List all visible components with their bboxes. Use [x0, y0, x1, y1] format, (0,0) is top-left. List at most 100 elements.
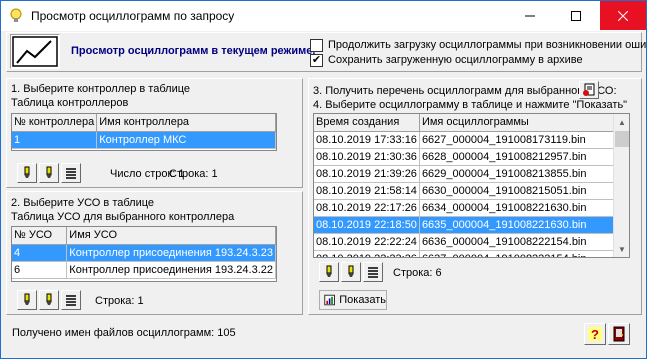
show-button[interactable]: Показать [319, 290, 387, 310]
vertical-scrollbar[interactable]: ▲ ▼ [613, 114, 629, 257]
status-bar: Получено имен файлов осциллограмм: 105 ? [6, 319, 642, 353]
table-row[interactable]: 08.10.2019 22:18:50 6635_000004_191008221… [314, 216, 628, 234]
cell-uso-name[interactable]: Контроллер присоединения 193.24.3.22 [66, 261, 276, 279]
oscillograms-step4-label: 4. Выберите осциллограмму в таблице и на… [313, 99, 628, 111]
highlighter-left-button[interactable] [17, 290, 37, 310]
highlighter-right-button[interactable] [341, 262, 361, 282]
column-header-created-time[interactable]: Время создания [314, 114, 420, 132]
oscillogram-logo [10, 34, 60, 69]
window-title: Просмотр осциллограмм по запросу [31, 9, 235, 23]
highlighter-icon [24, 166, 30, 178]
maximize-icon [571, 10, 581, 21]
cell-created-time[interactable]: 08.10.2019 22:23:36 [314, 250, 420, 257]
maximize-button[interactable] [553, 1, 599, 30]
uso-panel: 2. Выберите УСО в таблице Таблица УСО дл… [6, 191, 303, 315]
cell-created-time[interactable]: 08.10.2019 22:22:24 [314, 233, 420, 251]
cell-created-time[interactable]: 08.10.2019 17:33:16 [314, 131, 420, 149]
main-window: Просмотр осциллограмм по запросу Просмот… [0, 0, 647, 359]
oscillograms-step3-label: 3. Получить перечень осциллограмм для вы… [313, 85, 617, 97]
fetch-list-button[interactable] [579, 81, 599, 99]
highlighter-right-button[interactable] [39, 290, 59, 310]
uso-table[interactable]: № УСО Имя УСО 4 Контроллер присоединения… [11, 226, 277, 282]
highlighter-right-button[interactable] [39, 163, 59, 183]
list-lines-button[interactable] [61, 290, 81, 310]
highlighter-icon [348, 265, 354, 277]
cell-oscillogram-name[interactable]: 6630_000004_191008215051.bin [419, 182, 628, 200]
table-row[interactable]: 08.10.2019 22:17:26 6634_000004_191008221… [314, 199, 628, 217]
cell-oscillogram-name[interactable]: 6637_000004_191008222154.bin [419, 250, 628, 257]
save-to-archive-checkbox[interactable]: ✔ [310, 54, 323, 67]
cell-created-time[interactable]: 08.10.2019 21:30:36 [314, 148, 420, 166]
exit-door-icon [613, 326, 625, 342]
help-button[interactable]: ? [584, 323, 606, 345]
mode-title: Просмотр осциллограмм в текущем режиме. [71, 45, 316, 57]
scroll-down-arrow-icon[interactable]: ▼ [614, 241, 629, 257]
close-button[interactable] [600, 1, 646, 30]
table-row[interactable]: 08.10.2019 21:39:26 6629_000004_191008213… [314, 165, 628, 183]
oscillograms-current-row: Строка: 6 [393, 267, 442, 279]
uso-current-row: Строка: 1 [95, 295, 144, 307]
uso-table-caption: Таблица УСО для выбранного контроллера [11, 211, 235, 223]
cell-oscillogram-name[interactable]: 6629_000004_191008213855.bin [419, 165, 628, 183]
cell-uso-name[interactable]: Контроллер присоединения 193.24.3.23 [66, 244, 276, 262]
controllers-table-caption: Таблица контроллеров [11, 97, 129, 109]
scroll-up-arrow-icon[interactable]: ▲ [614, 114, 629, 130]
table-row[interactable]: 6 Контроллер присоединения 193.24.3.22 [12, 261, 276, 279]
highlighter-left-button[interactable] [319, 262, 339, 282]
column-header-oscillogram-name[interactable]: Имя осциллограммы [419, 114, 628, 132]
continue-on-error-checkbox[interactable] [310, 39, 323, 52]
highlighter-icon [46, 166, 52, 178]
cell-created-time[interactable]: 08.10.2019 21:58:14 [314, 182, 420, 200]
highlighter-icon [46, 293, 52, 305]
list-lines-button[interactable] [61, 163, 81, 183]
continue-on-error-label: Продолжить загрузку осциллограммы при во… [328, 39, 647, 51]
controllers-table[interactable]: № контроллера Имя контроллера 1 Контролл… [11, 113, 277, 151]
column-header-uso-name[interactable]: Имя УСО [66, 227, 276, 245]
cell-uso-number[interactable]: 4 [12, 244, 68, 262]
download-document-icon [583, 83, 595, 96]
header-panel: Просмотр осциллограмм в текущем режиме. … [6, 32, 647, 72]
save-to-archive-label: Сохранить загруженную осциллограмму в ар… [328, 54, 583, 66]
controllers-step-label: 1. Выберите контроллер в таблице [11, 83, 191, 95]
cell-controller-number[interactable]: 1 [12, 131, 98, 149]
minimize-button[interactable] [507, 1, 553, 30]
close-icon [618, 10, 628, 21]
cell-created-time[interactable]: 08.10.2019 22:17:26 [314, 199, 420, 217]
table-row[interactable]: 08.10.2019 22:23:366637_000004_191008222… [314, 250, 628, 257]
table-row[interactable]: 08.10.2019 21:58:14 6630_000004_191008215… [314, 182, 628, 200]
cell-oscillogram-name[interactable]: 6635_000004_191008221630.bin [419, 216, 628, 234]
cell-oscillogram-name[interactable]: 6628_000004_191008212957.bin [419, 148, 628, 166]
cell-controller-name[interactable]: Контроллер МКС [96, 131, 276, 149]
cell-uso-number[interactable]: 6 [12, 261, 68, 279]
highlighter-icon [326, 265, 332, 277]
show-button-label: Показать [339, 294, 386, 306]
cell-created-time[interactable]: 08.10.2019 22:18:50 [314, 216, 420, 234]
highlighter-icon [24, 293, 30, 305]
column-header-controller-number[interactable]: № контроллера [12, 114, 98, 132]
column-header-controller-name[interactable]: Имя контроллера [96, 114, 276, 132]
cell-oscillogram-name[interactable]: 6634_000004_191008221630.bin [419, 199, 628, 217]
cell-created-time[interactable]: 08.10.2019 21:39:26 [314, 165, 420, 183]
oscillograms-table[interactable]: Время создания Имя осциллограммы 08.10.2… [313, 113, 630, 258]
table-row[interactable]: 08.10.2019 22:22:24 6636_000004_191008222… [314, 233, 628, 251]
table-row[interactable]: 4 Контроллер присоединения 193.24.3.23 [12, 244, 276, 262]
list-lines-icon [66, 295, 76, 306]
list-lines-icon [368, 267, 378, 278]
uso-step-label: 2. Выберите УСО в таблице [11, 197, 155, 209]
exit-button[interactable] [608, 323, 630, 345]
help-icon: ? [588, 327, 602, 342]
list-lines-button[interactable] [363, 262, 383, 282]
table-row[interactable]: 08.10.2019 21:30:36 6628_000004_191008212… [314, 148, 628, 166]
cell-oscillogram-name[interactable]: 6627_000004_191008173119.bin [419, 131, 628, 149]
title-bar[interactable]: Просмотр осциллограмм по запросу [1, 1, 646, 31]
table-row[interactable]: 1 Контроллер МКС [12, 131, 276, 149]
chart-line-icon [12, 36, 58, 67]
svg-text:?: ? [591, 327, 599, 342]
highlighter-left-button[interactable] [17, 163, 37, 183]
cell-oscillogram-name[interactable]: 6636_000004_191008222154.bin [419, 233, 628, 251]
column-header-uso-number[interactable]: № УСО [12, 227, 68, 245]
scrollbar-thumb[interactable] [615, 131, 629, 147]
table-row[interactable]: 08.10.2019 17:33:16 6627_000004_191008173… [314, 131, 628, 149]
list-lines-icon [66, 168, 76, 179]
bar-chart-icon [324, 294, 335, 306]
